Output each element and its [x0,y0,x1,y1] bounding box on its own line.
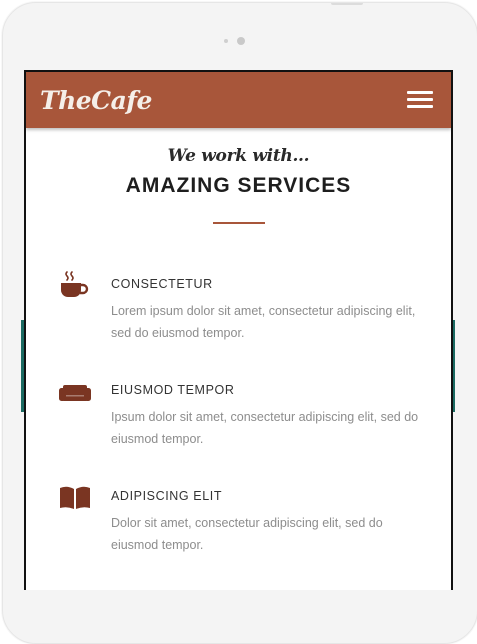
tablet-screen: TheCafe We work with... AMAZING SERVICES… [24,70,453,590]
power-button [331,3,363,5]
service-title: EIUSMOD TEMPOR [111,383,235,397]
section-heading: AMAZING SERVICES [125,174,352,197]
service-item: CONSECTETUR Lorem ipsum dolor sit amet, … [58,270,428,376]
heading-divider [212,222,265,224]
section-header: We work with... AMAZING SERVICES [26,146,451,224]
brand-logo[interactable]: TheCafe [40,86,152,115]
service-item: EIUSMOD TEMPOR Ipsum dolor sit amet, con… [58,376,428,482]
front-sensor [224,39,228,43]
services-list: CONSECTETUR Lorem ipsum dolor sit amet, … [58,270,428,588]
service-item: ADIPISCING ELIT Dolor sit amet, consecte… [58,482,428,588]
front-camera [237,37,245,45]
navbar: TheCafe [26,72,451,128]
service-description: Dolor sit amet, consectetur adipiscing e… [111,516,383,552]
service-description: Ipsum dolor sit amet, consectetur adipis… [111,410,419,446]
sofa-icon [59,385,91,401]
service-title: ADIPISCING ELIT [111,489,223,503]
section-eyebrow: We work with... [167,146,310,166]
hamburger-menu-icon[interactable] [407,91,433,109]
coffee-cup-icon [61,271,89,297]
service-title: CONSECTETUR [111,277,213,291]
service-description: Lorem ipsum dolor sit amet, consectetur … [111,304,416,340]
open-book-icon [60,486,90,509]
